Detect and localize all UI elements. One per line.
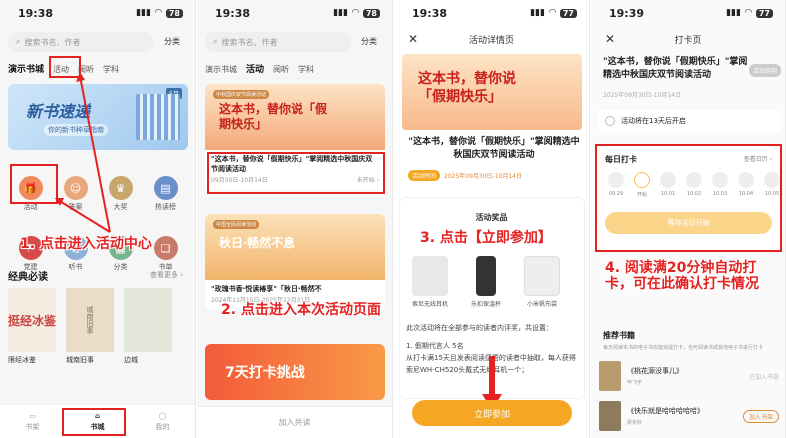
wifi-icon: ◠ — [351, 8, 359, 18]
category-link[interactable]: 分类 — [361, 36, 377, 47]
tab-store[interactable]: 演示书城 — [205, 64, 237, 75]
highlight-store-tab — [62, 408, 126, 436]
book-title: 边城 — [124, 356, 138, 364]
book-title: 《快乐就是哈哈哈哈哈》 — [627, 407, 704, 415]
nav-bar: ✕ 打卡页 — [591, 26, 785, 52]
screen-activity-detail: 19:38 ▮▮▮ ◠ 77 ✕ 活动详情页 这本书，替你说「假期快乐」 "这本书，… — [394, 0, 590, 438]
book-cover — [599, 361, 621, 391]
tabbar-label: 书架 — [25, 422, 40, 431]
book-author: 梁实秋 — [627, 420, 643, 426]
signal-icon: ▮▮▮ — [333, 8, 348, 18]
book-title: 城南旧事 — [66, 356, 94, 364]
annotation-step4: 4. 阅读满20分钟自动打卡，可在此确认打卡情况 — [605, 260, 759, 292]
join-reading-button[interactable]: 加入共读 — [197, 406, 392, 438]
activity-info-button[interactable]: 活动说明 — [749, 64, 782, 77]
battery-icon: 77 — [755, 8, 773, 18]
activity-date: 2025年09月30日-10月14日 — [603, 92, 681, 99]
book-item[interactable]: 城南旧事 城南旧事 — [66, 288, 114, 365]
signal-icon: ▮▮▮ — [726, 8, 741, 18]
tab-listen[interactable]: 阅听 — [273, 64, 289, 75]
annotation-arrows — [55, 72, 111, 233]
recommend-book[interactable]: 《快乐就是哈哈哈哈哈》 梁实秋 加入书架 — [599, 398, 779, 434]
highlight-checkin-card — [595, 144, 782, 252]
add-to-shelf-button[interactable]: 加入书架 — [742, 409, 779, 423]
highlight-activity-card — [207, 152, 385, 194]
tabbar-me[interactable]: ◯ 我的 — [156, 412, 170, 432]
book-item[interactable]: 边城 — [124, 288, 172, 365]
tab-subject[interactable]: 学科 — [298, 64, 314, 75]
tab-activity[interactable]: 活动 — [246, 62, 264, 75]
annotation-arrows — [482, 356, 502, 410]
search-input[interactable]: ⌕ 搜索书名、作者 — [205, 32, 351, 52]
clock-icon — [605, 116, 615, 126]
shelf-icon: ▭ — [29, 411, 36, 420]
user-icon: ◯ — [158, 411, 167, 420]
activity-title: "玫瑰书香·悦读椿享"「秋日·畅然不 — [211, 285, 322, 293]
page-title: 打卡页 — [674, 35, 702, 46]
activity-image-title: 秋日·畅然不息 — [219, 236, 296, 250]
activity-tag: 中秋国庆双节阅读活动 — [213, 90, 270, 99]
tabbar-label: 我的 — [155, 422, 170, 431]
book-item[interactable]: 挺经冰鉴 限经冰鉴 — [8, 288, 56, 365]
top-tabs: 演示书城 活动 阅听 学科 — [205, 62, 314, 75]
annotation-step2: 2. 点击进入本次活动页面 — [221, 302, 381, 318]
join-now-button[interactable]: 立即参加 — [412, 400, 572, 426]
activity-card-image: 中国全民阅读活动 秋日·畅然不息 — [205, 214, 385, 280]
book-cover: 城南旧事 — [66, 288, 114, 352]
book-title: 限经冰鉴 — [8, 356, 36, 364]
status-bar: 19:38 ▮▮▮ ◠ 78 — [197, 0, 392, 26]
start-notice: 活动将在13天后开启 — [597, 110, 780, 132]
recommend-title: 推荐书籍 — [603, 331, 635, 340]
activity-image-title: 这本书，替你说「假期快乐」 — [219, 102, 328, 131]
activity-card-autumn[interactable]: 中国全民阅读活动 秋日·畅然不息 "玫瑰书香·悦读椿享"「秋日·畅然不 2024… — [205, 214, 385, 310]
status-time: 19:38 — [215, 6, 251, 20]
book-cover — [124, 288, 172, 352]
annotation-step1: 1. 点击进入活动中心 — [20, 236, 152, 252]
status-time: 19:39 — [609, 6, 645, 20]
recommend-book[interactable]: 《桃花源没事儿》 毕飞宇 已加入书架 — [599, 358, 779, 394]
activity-tag: 中国全民阅读活动 — [213, 220, 260, 229]
book-list: 挺经冰鉴 限经冰鉴 城南旧事 城南旧事 边城 — [8, 288, 172, 365]
activity-title: "这本书，替你说「假期快乐」"掌阅精选中秋国庆双节阅读活动 — [603, 57, 748, 80]
wifi-icon: ◠ — [744, 8, 752, 18]
book-author: 毕飞宇 — [627, 380, 643, 386]
tabbar-shelf[interactable]: ▭ 书架 — [26, 412, 40, 432]
section-more-link[interactable]: 查看更多 › — [150, 270, 183, 280]
start-notice-text: 活动将在13天后开启 — [621, 117, 686, 125]
search-placeholder: 搜索书名、作者 — [221, 37, 278, 47]
screen-activity-list: 19:38 ▮▮▮ ◠ 78 ⌕ 搜索书名、作者 分类 演示书城 活动 阅听 学科 中… — [197, 0, 393, 438]
activity-card-checkin[interactable]: 7天打卡挑战 — [205, 344, 385, 400]
screen-checkin: 19:39 ▮▮▮ ◠ 77 ✕ 打卡页 "这本书，替你说「假期快乐」"掌阅精选中秋… — [591, 0, 786, 438]
battery-icon: 78 — [362, 8, 380, 18]
screen-bookstore: 19:38 ▮▮▮ ◠ 78 ⌕ 搜索书名、作者 分类 演示书城 活动 阅听 学科 … — [0, 0, 196, 438]
search-icon: ⌕ — [213, 37, 218, 46]
book-cover: 挺经冰鉴 — [8, 288, 56, 352]
book-cover — [599, 401, 621, 431]
close-icon[interactable]: ✕ — [605, 32, 615, 46]
activity-image-title: 7天打卡挑战 — [225, 365, 305, 381]
shelf-status: 已加入书架 — [748, 373, 779, 381]
activity-card-image: 中秋国庆双节阅读活动 这本书，替你说「假期快乐」 — [205, 84, 385, 150]
section-title: 经典必读 — [8, 272, 48, 283]
book-title: 《桃花源没事儿》 — [627, 367, 683, 375]
status-bar: 19:39 ▮▮▮ ◠ 77 — [591, 0, 785, 26]
recommend-subtitle: 每天阅读本书的电子书仅能完成打卡，也可阅读书城其他电子书进行打卡 — [603, 345, 764, 351]
